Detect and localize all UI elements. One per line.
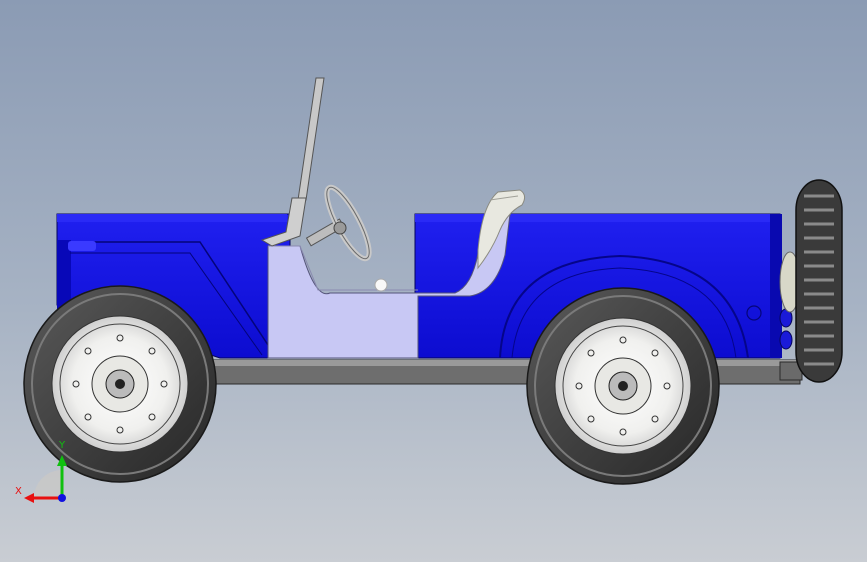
rear-wheel — [526, 287, 720, 485]
steering-wheel — [305, 184, 372, 262]
spare-tire — [779, 179, 843, 383]
graphics-viewport[interactable]: Y X — [0, 0, 867, 562]
jeep-model[interactable] — [0, 0, 867, 562]
y-axis-label: Y — [59, 440, 66, 451]
axis-triad-icon — [24, 455, 67, 503]
x-axis-label: X — [15, 486, 22, 497]
front-wheel — [23, 285, 217, 483]
